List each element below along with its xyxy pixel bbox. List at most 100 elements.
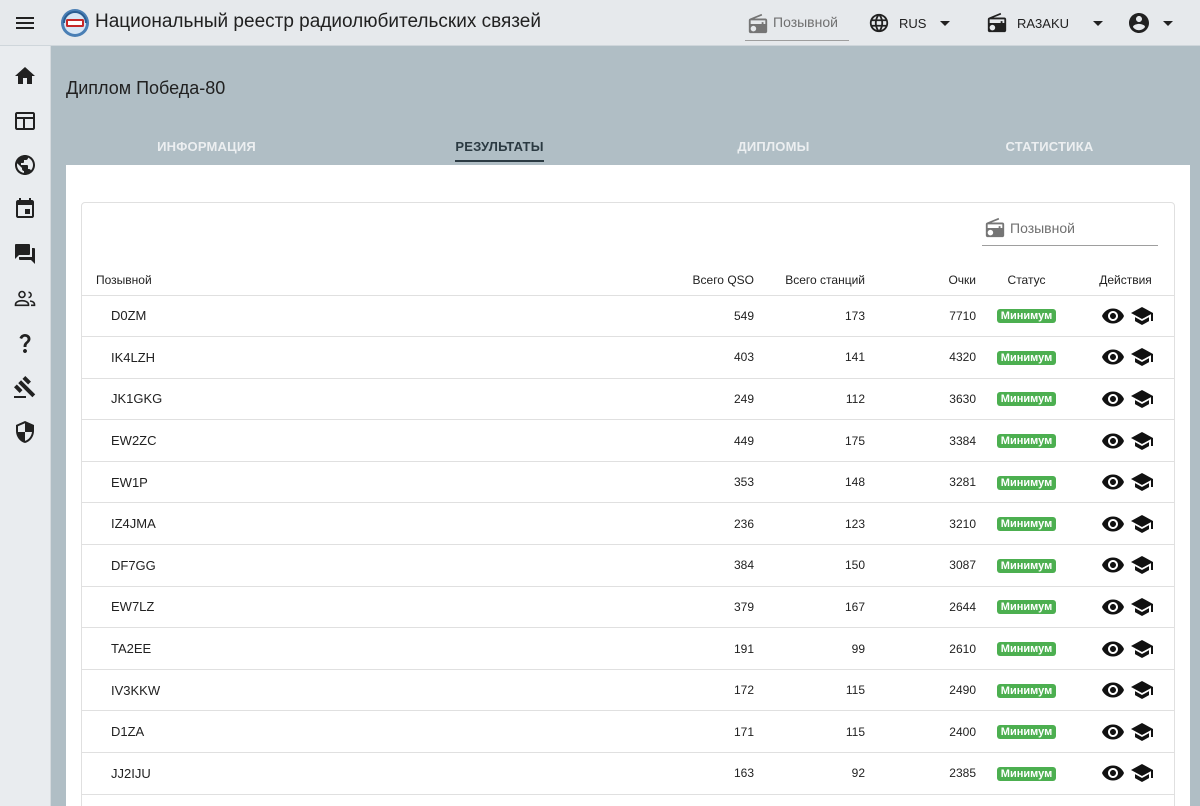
cell-points: 3630 [865,378,976,421]
station-selector[interactable]: RA3AKU [986,10,1069,36]
station-label: RA3AKU [1017,15,1070,31]
column-header-points[interactable]: Очки [865,265,976,296]
cell-callsign: DF7GG [82,544,582,587]
view-icon[interactable] [1101,637,1125,661]
cell-stations: 123 [754,502,865,546]
diploma-icon[interactable] [1130,595,1154,619]
language-label: RUS [899,15,927,31]
cell-status: Минимум [976,295,1077,338]
cell-actions [1077,544,1174,587]
table-icon[interactable] [13,109,37,133]
cell-qso: 191 [582,627,754,670]
globe-icon[interactable] [13,153,37,177]
cell-points: 3384 [865,419,976,462]
cell-actions [1077,502,1174,546]
station-dropdown-icon[interactable] [1093,21,1103,26]
tab-information[interactable]: ИНФОРМАЦИЯ [66,128,347,164]
diploma-icon[interactable] [1130,512,1154,536]
cell-qso: 403 [582,336,754,379]
status-badge: Минимум [996,309,1057,324]
table-row[interactable]: IZ4JMA 236 123 3210 Минимум [82,502,1174,546]
cell-stations: 167 [754,586,865,629]
table-row[interactable]: EW2ZC 449 175 3384 Минимум [82,419,1174,462]
cell-qso: 353 [582,461,754,504]
status-badge: Минимум [996,642,1057,657]
column-header-status[interactable]: Статус [976,265,1077,296]
language-selector[interactable]: RUS [868,10,951,36]
cell-actions [1077,586,1174,629]
cell-status: Минимум [976,669,1077,712]
diploma-icon[interactable] [1130,553,1154,577]
header-search-input[interactable] [773,14,847,30]
home-icon[interactable] [13,64,37,88]
cell-stations: 175 [754,419,865,462]
column-header-qso[interactable]: Всего QSO [582,265,754,296]
table-row[interactable]: EW7LZ 379 167 2644 Минимум [82,586,1174,629]
forum-icon[interactable] [13,242,37,266]
calendar-icon[interactable] [13,197,37,221]
view-icon[interactable] [1101,387,1125,411]
help-icon[interactable] [13,331,37,355]
callsign-search-input[interactable] [1010,220,1150,236]
cell-actions [1077,378,1174,421]
callsign-search-field[interactable] [982,213,1158,246]
header-search-field[interactable] [745,8,849,41]
cell-qso: 249 [582,378,754,421]
view-icon[interactable] [1101,720,1125,744]
diploma-icon[interactable] [1130,345,1154,369]
table-row[interactable]: EW1P 353 148 3281 Минимум [82,461,1174,504]
diploma-icon[interactable] [1130,387,1154,411]
diploma-icon[interactable] [1130,637,1154,661]
diploma-icon[interactable] [1130,761,1154,785]
tab-statistics[interactable]: СТАТИСТИКА [909,128,1190,164]
cell-status: Минимум [976,502,1077,546]
cell-callsign: JJ2IJU [82,752,582,795]
cell-qso: 384 [582,544,754,587]
table-row[interactable]: JK1GKG 249 112 3630 Минимум [82,378,1174,421]
table-body: D0ZM 549 173 7710 Минимум IK4LZH 403 141 4320 Мин… [82,295,1174,795]
cell-status: Минимум [976,378,1077,421]
status-badge: Минимум [996,683,1057,698]
account-menu[interactable] [1127,10,1173,36]
shield-icon[interactable] [13,420,37,444]
people-icon[interactable] [13,286,37,310]
column-header-stations[interactable]: Всего станций [754,265,865,296]
cell-stations: 148 [754,461,865,504]
table-row[interactable]: D1ZA 171 115 2400 Минимум [82,710,1174,754]
view-icon[interactable] [1101,595,1125,619]
table-row[interactable]: IK4LZH 403 141 4320 Минимум [82,336,1174,379]
cell-points: 2490 [865,669,976,712]
table-row[interactable]: IV3KKW 172 115 2490 Минимум [82,669,1174,712]
column-header-callsign[interactable]: Позывной [82,265,582,296]
diploma-icon[interactable] [1130,678,1154,702]
view-icon[interactable] [1101,512,1125,536]
gavel-icon[interactable] [13,375,37,399]
view-icon[interactable] [1101,678,1125,702]
tab-label: ДИПЛОМЫ [737,139,810,154]
table-row[interactable]: TA2EE 191 99 2610 Минимум [82,627,1174,670]
diploma-icon[interactable] [1130,470,1154,494]
cell-status: Минимум [976,544,1077,587]
tab-label: СТАТИСТИКА [1005,139,1094,154]
view-icon[interactable] [1101,345,1125,369]
table-row[interactable]: DF7GG 384 150 3087 Минимум [82,544,1174,587]
view-icon[interactable] [1101,470,1125,494]
table-row[interactable]: D0ZM 549 173 7710 Минимум [82,295,1174,338]
view-icon[interactable] [1101,553,1125,577]
cell-points: 7710 [865,295,976,338]
tab-results[interactable]: РЕЗУЛЬТАТЫ [359,128,640,164]
cell-actions [1077,627,1174,670]
tab-diplomas[interactable]: ДИПЛОМЫ [633,128,914,164]
cell-status: Минимум [976,752,1077,795]
view-icon[interactable] [1101,304,1125,328]
menu-icon[interactable] [13,11,37,35]
cell-callsign: D0ZM [82,295,582,338]
status-badge: Минимум [996,600,1057,615]
view-icon[interactable] [1101,761,1125,785]
table-row[interactable]: JJ2IJU 163 92 2385 Минимум [82,752,1174,795]
diploma-icon[interactable] [1130,720,1154,744]
diploma-icon[interactable] [1130,429,1154,453]
tab-label: РЕЗУЛЬТАТЫ [455,139,544,162]
view-icon[interactable] [1101,429,1125,453]
diploma-icon[interactable] [1130,304,1154,328]
